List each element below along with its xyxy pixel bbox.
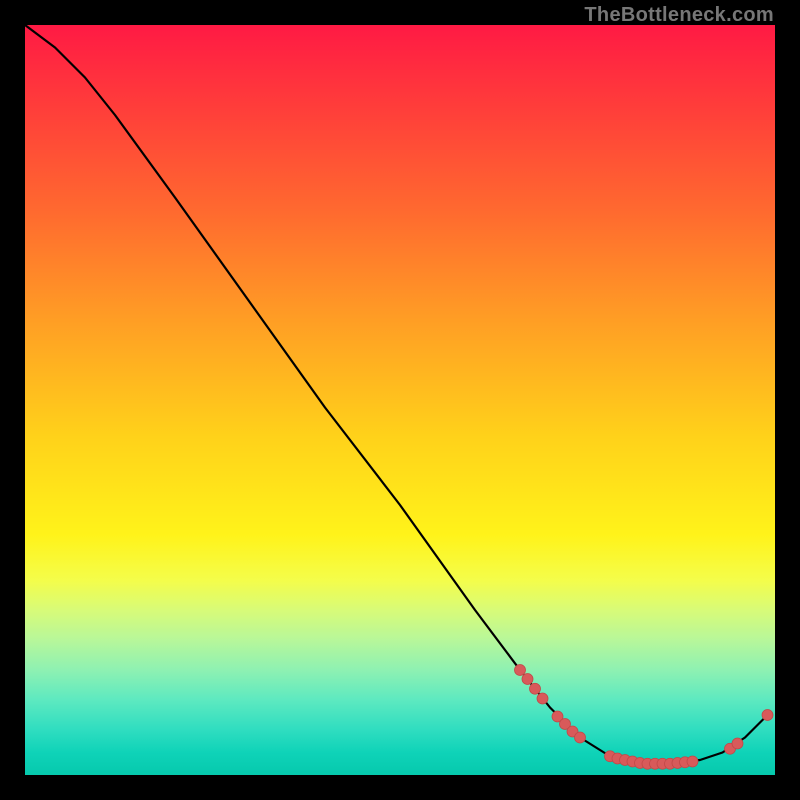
data-point	[537, 693, 548, 704]
data-point	[515, 665, 526, 676]
data-point	[732, 738, 743, 749]
watermark-text: TheBottleneck.com	[584, 4, 774, 27]
data-point	[530, 683, 541, 694]
data-point	[522, 674, 533, 685]
data-point	[575, 732, 586, 743]
bottleneck-curve	[25, 25, 768, 764]
highlight-points	[515, 665, 774, 770]
chart-stage: TheBottleneck.com	[0, 0, 800, 800]
data-point	[687, 756, 698, 767]
curve-layer	[25, 25, 775, 775]
plot-area	[25, 25, 775, 775]
data-point	[762, 710, 773, 721]
